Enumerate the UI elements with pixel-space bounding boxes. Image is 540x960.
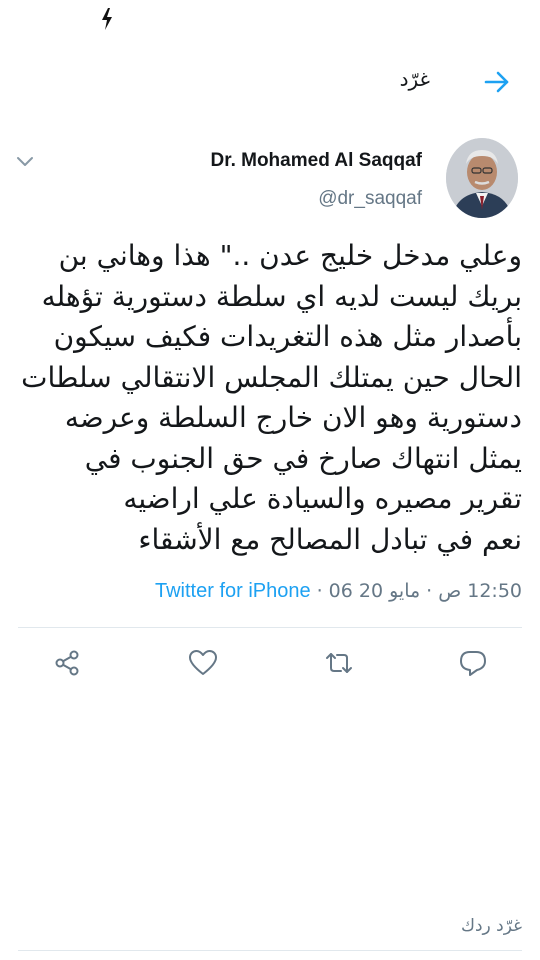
tweet-date: 06 مايو 20 <box>328 580 421 602</box>
tweet-line: الحال حين يمتلك المجلس الانتقالي سلطات <box>21 360 522 394</box>
page-title: غرّد <box>399 67 430 91</box>
reply-icon[interactable] <box>458 648 488 678</box>
tweet-line: يمثل انتهاك صارخ في حق الجنوب في <box>84 441 522 475</box>
tweet-line: وعلي مدخل خليج عدن .." هذا وهاني بن <box>58 239 522 272</box>
retweet-icon[interactable] <box>324 648 354 678</box>
tweet-text: وعلي مدخل خليج عدن .." هذا وهاني بن بريك… <box>17 236 522 560</box>
reply-placeholder[interactable]: غرّد ردك <box>461 916 522 936</box>
top-bar: غرّد <box>0 55 540 107</box>
divider <box>18 950 522 951</box>
tweet-time: 12:50 ص <box>438 580 522 602</box>
tweet-line: بأصدار مثل هذه التغريدات فكيف سيكون <box>53 320 522 353</box>
heart-icon[interactable] <box>188 648 218 678</box>
tweet-line: بريك ليست لديه اي سلطة دستورية تؤهله <box>41 279 522 313</box>
author-handle[interactable]: @dr_saqqaf <box>318 188 422 210</box>
reply-composer[interactable]: غرّد ردك <box>0 910 540 950</box>
tweet-line: نعم في تبادل المصالح مع الأشقاء <box>138 522 522 556</box>
chevron-down-icon[interactable] <box>14 154 36 168</box>
tweet-author: Dr. Mohamed Al Saqqaf @dr_saqqaf <box>0 130 540 230</box>
status-bar <box>0 0 540 40</box>
tweet-line: تقرير مصيره والسيادة علي اراضيه <box>123 482 522 515</box>
share-icon[interactable] <box>52 648 82 678</box>
tweet-source[interactable]: Twitter for iPhone <box>155 580 311 603</box>
arrow-right-icon[interactable] <box>482 67 512 97</box>
tweet-actions <box>0 640 540 690</box>
tweet-meta: Twitter for iPhone · 06 مايو 20 · 12:50 … <box>17 580 522 603</box>
meta-separator: · <box>316 580 323 602</box>
avatar[interactable] <box>446 138 518 218</box>
tweet-line: دستورية وهو الان خارج السلطة وعرضه <box>64 401 522 434</box>
meta-separator: · <box>426 580 433 602</box>
author-name[interactable]: Dr. Mohamed Al Saqqaf <box>211 150 423 172</box>
divider <box>18 627 522 628</box>
flash-icon <box>102 8 112 30</box>
